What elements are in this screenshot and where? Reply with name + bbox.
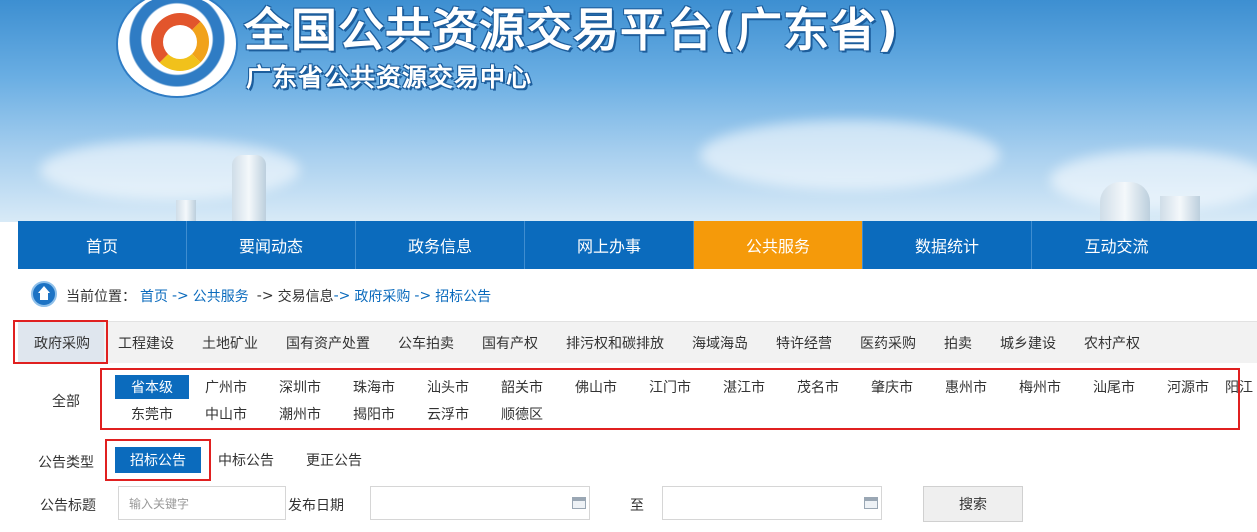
guangdong-public-resources-logo-icon xyxy=(118,0,236,96)
tab-urban-rural[interactable]: 城乡建设 xyxy=(986,322,1070,364)
date-to-label: 至 xyxy=(630,498,644,514)
tab-medical-procurement[interactable]: 医药采购 xyxy=(846,322,930,364)
region-item[interactable]: 东莞市 xyxy=(115,402,189,426)
nav-item-interaction[interactable]: 互动交流 xyxy=(1032,221,1201,269)
tab-rural-property[interactable]: 农村产权 xyxy=(1070,322,1154,364)
notice-type-correction[interactable]: 更正公告 xyxy=(296,447,372,473)
breadcrumb-label: 当前位置： xyxy=(66,289,136,305)
notice-type-label: 公告类型 xyxy=(38,455,94,471)
region-item[interactable]: 韶关市 xyxy=(485,375,559,399)
region-all-link[interactable]: 全部 xyxy=(52,391,80,411)
title-label: 公告标题 xyxy=(40,498,96,514)
breadcrumb-home-link[interactable]: 首页 xyxy=(140,286,168,306)
building-decoration xyxy=(1100,182,1150,222)
region-item[interactable]: 湛江市 xyxy=(707,375,781,399)
region-item[interactable]: 省本级 xyxy=(115,375,189,399)
nav-item-home[interactable]: 首页 xyxy=(18,221,187,269)
nav-item-online-service[interactable]: 网上办事 xyxy=(525,221,694,269)
region-item[interactable]: 佛山市 xyxy=(559,375,633,399)
header-banner: 全国公共资源交易平台(广东省) 广东省公共资源交易中心 xyxy=(0,0,1257,222)
calendar-icon[interactable] xyxy=(572,497,586,509)
tower-decoration xyxy=(232,155,266,222)
breadcrumb-current[interactable]: 招标公告 xyxy=(435,286,491,306)
nav-item-statistics[interactable]: 数据统计 xyxy=(863,221,1032,269)
start-date-input[interactable] xyxy=(370,486,590,520)
site-subtitle: 广东省公共资源交易中心 xyxy=(246,63,533,92)
tab-state-equity[interactable]: 国有产权 xyxy=(468,322,552,364)
breadcrumb: 当前位置： 首页 -> 公共服务 -> 交易信息 -> 政府采购 -> 招标公告 xyxy=(30,282,495,310)
tab-car-auction[interactable]: 公车拍卖 xyxy=(384,322,468,364)
tab-auction[interactable]: 拍卖 xyxy=(930,322,986,364)
breadcrumb-separator: -> xyxy=(256,288,274,304)
breadcrumb-separator: -> xyxy=(172,288,189,304)
breadcrumb-separator: -> xyxy=(333,288,351,304)
date-label: 发布日期 xyxy=(288,498,344,514)
breadcrumb-public-service-link[interactable]: 公共服务 xyxy=(193,286,249,306)
breadcrumb-separator: -> xyxy=(414,288,432,304)
region-item[interactable]: 阳江 xyxy=(1225,375,1257,399)
calendar-icon[interactable] xyxy=(864,497,878,509)
cloud-decoration xyxy=(700,120,1000,190)
logo-g-mark xyxy=(151,13,209,71)
title-search-input[interactable]: 输入关键字 xyxy=(118,486,286,520)
tab-state-assets[interactable]: 国有资产处置 xyxy=(272,322,384,364)
region-item[interactable]: 深圳市 xyxy=(263,375,337,399)
region-item[interactable]: 茂名市 xyxy=(781,375,855,399)
site-title: 全国公共资源交易平台(广东省) xyxy=(244,3,900,57)
region-item[interactable]: 汕头市 xyxy=(411,375,485,399)
notice-type-award[interactable]: 中标公告 xyxy=(210,447,282,473)
region-item[interactable]: 河源市 xyxy=(1151,375,1225,399)
building-decoration xyxy=(1160,196,1200,222)
end-date-input[interactable] xyxy=(662,486,882,520)
cloud-decoration xyxy=(1050,150,1257,210)
region-item[interactable]: 顺德区 xyxy=(485,402,559,426)
region-item[interactable]: 广州市 xyxy=(189,375,263,399)
region-item[interactable]: 江门市 xyxy=(633,375,707,399)
region-item[interactable]: 汕尾市 xyxy=(1077,375,1151,399)
main-nav: 首页 要闻动态 政务信息 网上办事 公共服务 数据统计 互动交流 xyxy=(18,221,1257,269)
breadcrumb-gov-procurement-link[interactable]: 政府采购 xyxy=(354,286,410,306)
search-button[interactable]: 搜索 xyxy=(923,486,1023,522)
region-list: 省本级 广州市 深圳市 珠海市 汕头市 韶关市 佛山市 江门市 湛江市 茂名市 … xyxy=(112,373,1257,429)
region-item[interactable]: 惠州市 xyxy=(929,375,1003,399)
tab-franchise[interactable]: 特许经营 xyxy=(762,322,846,364)
region-item[interactable]: 中山市 xyxy=(189,402,263,426)
nav-item-news[interactable]: 要闻动态 xyxy=(187,221,356,269)
region-item[interactable]: 揭阳市 xyxy=(337,402,411,426)
region-item[interactable]: 珠海市 xyxy=(337,375,411,399)
building-decoration xyxy=(176,200,196,222)
region-item[interactable]: 肇庆市 xyxy=(855,375,929,399)
nav-item-public-service[interactable]: 公共服务 xyxy=(694,221,863,269)
tab-sea-islands[interactable]: 海域海岛 xyxy=(678,322,762,364)
tab-engineering[interactable]: 工程建设 xyxy=(104,322,188,364)
breadcrumb-trade-info: 交易信息 xyxy=(277,289,334,305)
region-item[interactable]: 梅州市 xyxy=(1003,375,1077,399)
tab-land-mining[interactable]: 土地矿业 xyxy=(188,322,272,364)
tab-gov-procurement[interactable]: 政府采购 xyxy=(18,321,104,364)
category-tabs: 政府采购 工程建设 土地矿业 国有资产处置 公车拍卖 国有产权 排污权和碳排放 … xyxy=(18,321,1257,364)
notice-type-tender[interactable]: 招标公告 xyxy=(115,447,201,473)
nav-item-gov-info[interactable]: 政务信息 xyxy=(356,221,525,269)
region-item[interactable]: 云浮市 xyxy=(411,402,485,426)
tab-emissions[interactable]: 排污权和碳排放 xyxy=(552,322,678,364)
region-item[interactable]: 潮州市 xyxy=(263,402,337,426)
